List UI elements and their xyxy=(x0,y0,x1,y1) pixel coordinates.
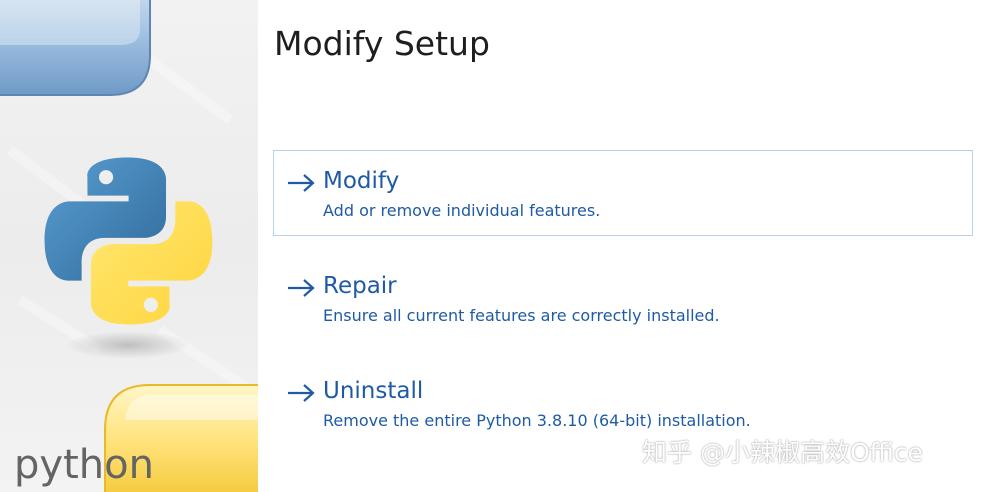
python-wordmark: python xyxy=(14,442,154,488)
uninstall-option-title: Uninstall xyxy=(323,378,424,404)
python-logo-icon xyxy=(44,157,213,325)
arrow-right-icon xyxy=(288,279,315,297)
main-panel: Modify Setup Modify Add or remove indivi… xyxy=(258,0,982,492)
modify-option-title: Modify xyxy=(323,168,400,194)
repair-option-description: Ensure all current features are correctl… xyxy=(323,306,720,325)
modify-option-description: Add or remove individual features. xyxy=(323,201,601,220)
arrow-right-icon xyxy=(288,174,315,192)
watermark: 知乎 @小辣椒高效Office xyxy=(642,438,923,467)
repair-option[interactable]: Repair Ensure all current features are c… xyxy=(273,255,973,341)
page-title: Modify Setup xyxy=(274,24,490,63)
uninstall-option-description: Remove the entire Python 3.8.10 (64-bit)… xyxy=(323,411,751,430)
modify-option[interactable]: Modify Add or remove individual features… xyxy=(273,150,973,236)
arrow-right-icon xyxy=(288,384,315,402)
sidebar: python xyxy=(0,0,258,492)
repair-option-title: Repair xyxy=(323,273,397,299)
uninstall-option[interactable]: Uninstall Remove the entire Python 3.8.1… xyxy=(273,360,973,446)
